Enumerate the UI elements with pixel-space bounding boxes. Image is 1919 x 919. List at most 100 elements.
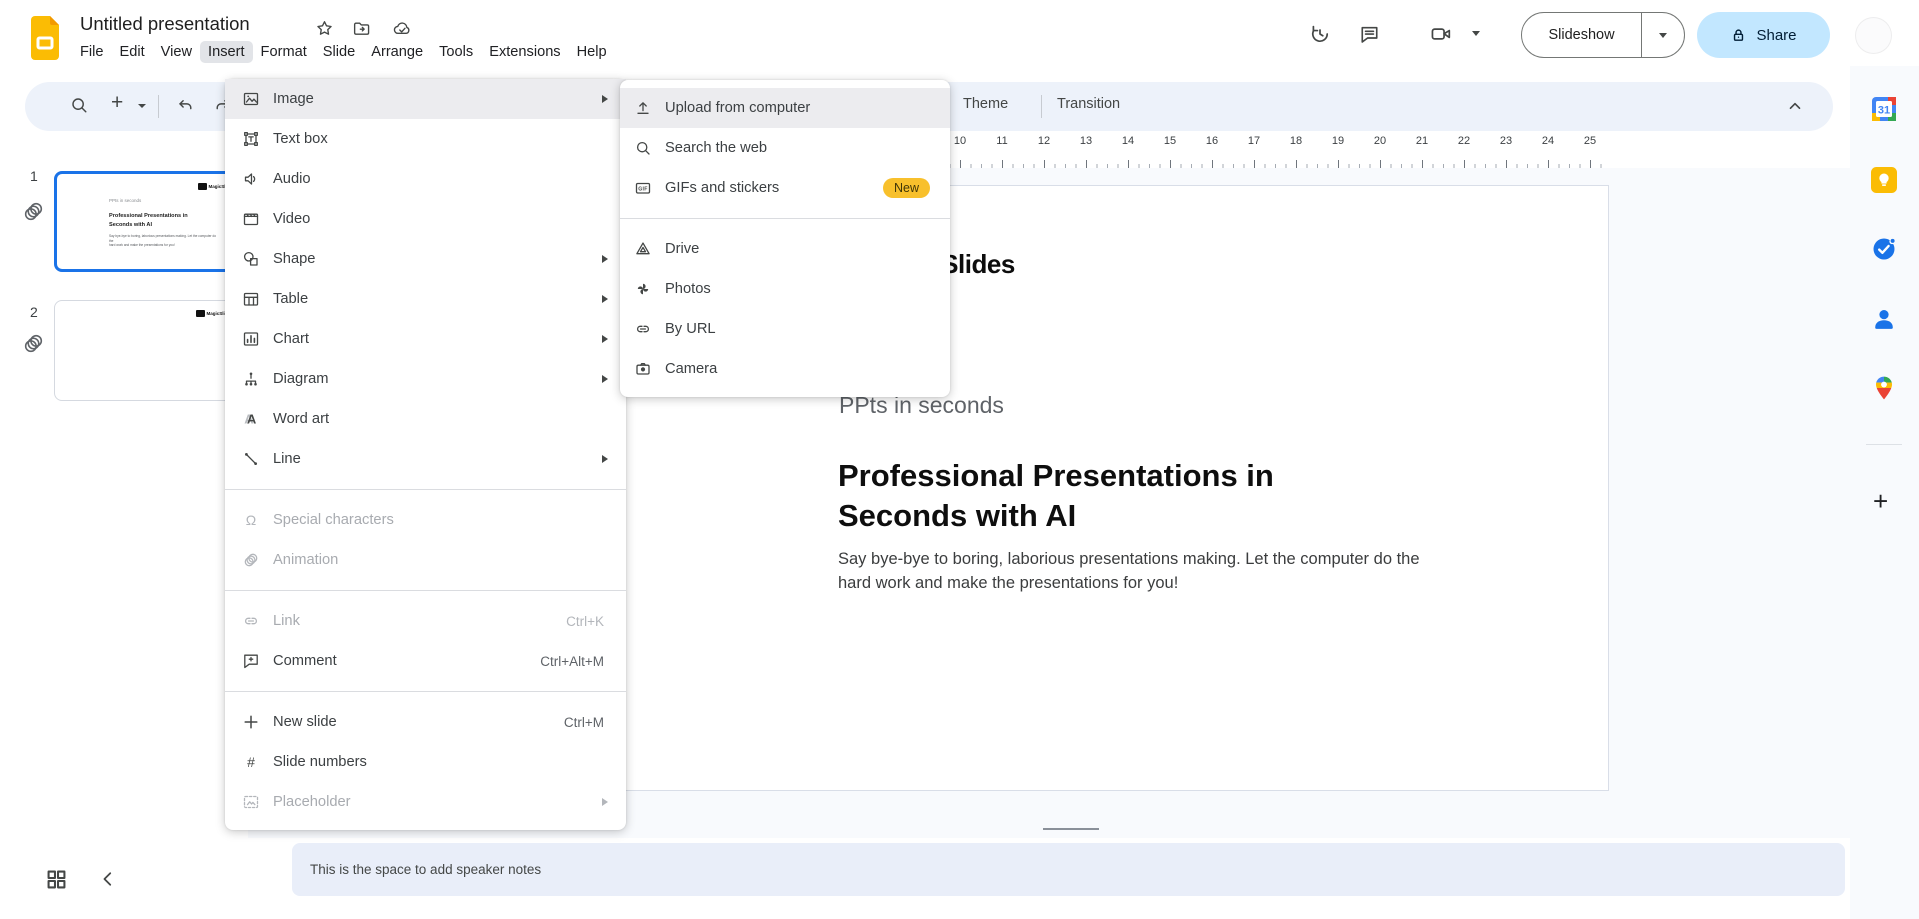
- menu-item-placeholder: Placeholder: [225, 782, 626, 822]
- gif-icon: GIF: [634, 179, 652, 197]
- menu-item-shape[interactable]: Shape: [225, 239, 626, 279]
- submenu-arrow-icon: [602, 375, 608, 383]
- menu-item-word-art[interactable]: AA Word art: [225, 399, 626, 439]
- side-panel-divider: [1866, 444, 1902, 445]
- grid-view-icon[interactable]: [45, 868, 68, 891]
- menu-item-comment[interactable]: Comment Ctrl+Alt+M: [225, 641, 626, 681]
- menu-item-label: Image: [273, 91, 314, 107]
- menu-item-label: Placeholder: [273, 794, 351, 810]
- animation-icon: [242, 551, 260, 569]
- menu-item-audio[interactable]: Audio: [225, 159, 626, 199]
- avatar[interactable]: [1856, 18, 1891, 53]
- slide-1-number: 1: [30, 168, 38, 184]
- menubar-format[interactable]: Format: [253, 41, 315, 63]
- version-history-icon[interactable]: [1307, 21, 1333, 47]
- speaker-notes-input[interactable]: This is the space to add speaker notes: [292, 843, 1845, 896]
- theme-button[interactable]: Theme: [963, 96, 1008, 112]
- search-menus-icon[interactable]: [69, 95, 89, 115]
- slide-1-animation-icon[interactable]: [22, 200, 45, 223]
- menubar-insert[interactable]: Insert: [200, 41, 253, 63]
- ruler-number: 17: [1247, 135, 1261, 147]
- menubar-arrange[interactable]: Arrange: [363, 41, 431, 63]
- menu-item-new-slide[interactable]: New slide Ctrl+M: [225, 702, 626, 742]
- collapse-filmstrip-icon[interactable]: [98, 869, 118, 889]
- submenu-arrow-icon: [602, 798, 608, 806]
- slides-logo-icon[interactable]: [28, 15, 62, 61]
- zoom-caret-icon[interactable]: [138, 104, 146, 108]
- google-slides-app: Untitled presentation File Edit View Ins…: [0, 0, 1919, 919]
- menu-item-slide-numbers[interactable]: # Slide numbers: [225, 742, 626, 782]
- submenu-arrow-icon: [602, 255, 608, 263]
- zoom-add-icon[interactable]: +: [111, 91, 123, 115]
- meet-caret-icon[interactable]: [1472, 31, 1480, 36]
- ruler-number: 20: [1373, 135, 1387, 147]
- menu-item-animation: Animation: [225, 540, 626, 580]
- menu-item-chart[interactable]: Chart: [225, 319, 626, 359]
- slide-thumbnail-1[interactable]: MagicSlides PPts in seconds Professional…: [54, 171, 235, 272]
- slide-body-text[interactable]: Say bye-bye to boring, laborious present…: [838, 548, 1420, 595]
- slide-body-line2: hard work and make the presentations for…: [838, 573, 1179, 592]
- calendar-icon[interactable]: 31: [1871, 96, 1897, 122]
- slideshow-dropdown[interactable]: [1641, 13, 1684, 57]
- menu-separator: [620, 218, 950, 219]
- keep-icon[interactable]: [1871, 167, 1897, 193]
- menu-item-table[interactable]: Table: [225, 279, 626, 319]
- menu-item-text-box[interactable]: Text box: [225, 119, 626, 159]
- share-label: Share: [1756, 26, 1797, 44]
- image-submenu: Upload from computer Search the web GIF …: [620, 80, 950, 397]
- submenu-item-search-the-web[interactable]: Search the web: [620, 128, 950, 168]
- thumb1-body: Say bye-bye to boring, laborious present…: [109, 234, 217, 248]
- menubar-edit[interactable]: Edit: [112, 41, 153, 63]
- thumb1-title: Professional Presentations in Seconds wit…: [109, 213, 188, 228]
- camera-icon: [634, 360, 652, 378]
- submenu-item-camera[interactable]: Camera: [620, 349, 950, 389]
- meet-video-icon[interactable]: [1428, 21, 1454, 47]
- submenu-item-photos[interactable]: Photos: [620, 269, 950, 309]
- slide-title-line2: Seconds with AI: [838, 498, 1077, 533]
- move-folder-icon[interactable]: [352, 19, 371, 38]
- text-box-icon: [242, 130, 260, 148]
- drive-icon: [634, 240, 652, 258]
- cloud-status-icon[interactable]: [392, 19, 412, 38]
- menu-shortcut: Ctrl+Alt+M: [540, 653, 604, 669]
- comments-icon[interactable]: [1356, 21, 1382, 47]
- menu-item-image[interactable]: Image: [225, 79, 626, 119]
- contacts-icon[interactable]: [1871, 306, 1897, 332]
- undo-icon[interactable]: [175, 95, 195, 115]
- menu-item-special-characters: Ω Special characters: [225, 500, 626, 540]
- svg-text:31: 31: [1878, 105, 1890, 117]
- menu-separator: [225, 691, 626, 692]
- document-title[interactable]: Untitled presentation: [80, 13, 250, 35]
- notes-resize-handle[interactable]: [1043, 828, 1099, 830]
- slide-title-text[interactable]: Professional Presentations in Seconds wi…: [838, 456, 1274, 536]
- slide-thumbnail-2[interactable]: MagicSlides: [54, 300, 234, 401]
- menu-item-video[interactable]: Video: [225, 199, 626, 239]
- menu-item-label: Shape: [273, 251, 316, 267]
- menubar-file[interactable]: File: [72, 41, 112, 63]
- transition-button[interactable]: Transition: [1057, 96, 1120, 112]
- slide-2-number: 2: [30, 304, 38, 320]
- submenu-item-drive[interactable]: Drive: [620, 229, 950, 269]
- new-badge: New: [882, 178, 930, 198]
- menu-item-line[interactable]: Line: [225, 439, 626, 479]
- menu-item-diagram[interactable]: Diagram: [225, 359, 626, 399]
- slide-2-animation-icon[interactable]: [22, 332, 45, 355]
- svg-text:#: #: [247, 754, 255, 770]
- ruler-number: 24: [1541, 135, 1555, 147]
- star-icon[interactable]: [315, 19, 334, 38]
- submenu-item-by-url[interactable]: By URL: [620, 309, 950, 349]
- menubar-view[interactable]: View: [153, 41, 200, 63]
- menubar-tools[interactable]: Tools: [431, 41, 481, 63]
- submenu-item-gifs-and-stickers[interactable]: GIF GIFs and stickers New: [620, 168, 950, 208]
- maps-icon[interactable]: [1871, 375, 1897, 401]
- collapse-toolbar-icon[interactable]: [1786, 97, 1804, 115]
- slideshow-button[interactable]: Slideshow: [1521, 12, 1685, 58]
- tasks-icon[interactable]: [1871, 236, 1897, 262]
- share-button[interactable]: Share: [1697, 12, 1830, 58]
- side-panel-add-icon[interactable]: +: [1873, 486, 1888, 517]
- submenu-item-upload-from-computer[interactable]: Upload from computer: [620, 88, 950, 128]
- menubar-help[interactable]: Help: [569, 41, 615, 63]
- menubar-slide[interactable]: Slide: [315, 41, 363, 63]
- svg-text:A: A: [247, 412, 257, 427]
- menubar-extensions[interactable]: Extensions: [481, 41, 568, 63]
